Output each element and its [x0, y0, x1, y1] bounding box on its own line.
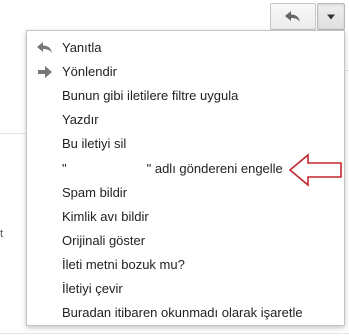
- menu-item-message-text-garbled[interactable]: İleti metni bozuk mu?: [27, 253, 344, 277]
- block-label-suffix: " adlı göndereni engelle: [146, 161, 283, 176]
- menu-item-report-phishing[interactable]: Kimlik avı bildir: [27, 205, 344, 229]
- menu-item-show-original[interactable]: Orijinali göster: [27, 229, 344, 253]
- menu-item-label: Bunun gibi iletilere filtre uygula: [62, 88, 239, 103]
- menu-item-forward[interactable]: Yönlendir: [27, 60, 344, 84]
- background-text-fragment: t: [0, 228, 4, 240]
- menu-item-filter-similar[interactable]: Bunun gibi iletilere filtre uygula: [27, 84, 344, 108]
- forward-icon: [38, 66, 52, 78]
- chevron-down-icon: [327, 14, 335, 19]
- menu-item-print[interactable]: Yazdır: [27, 108, 344, 132]
- menu-item-label: Yönlendir: [62, 64, 117, 79]
- menu-item-label: Spam bildir: [62, 185, 128, 200]
- menu-item-label: " " adlı göndereni engelle: [62, 157, 283, 181]
- menu-item-reply[interactable]: Yanıtla: [27, 36, 344, 60]
- menu-item-label: Buradan itibaren okunmadı olarak işaretl…: [62, 305, 303, 320]
- reply-icon: [37, 42, 52, 53]
- menu-item-label: İletiyi çevir: [62, 281, 123, 296]
- menu-item-label: Kimlik avı bildir: [62, 209, 149, 224]
- reply-button[interactable]: [270, 3, 316, 30]
- menu-item-label: Orijinali göster: [62, 233, 146, 248]
- background-divider: [0, 333, 349, 334]
- more-options-button[interactable]: [317, 3, 345, 30]
- menu-item-translate[interactable]: İletiyi çevir: [27, 277, 344, 301]
- menu-item-mark-unread[interactable]: Buradan itibaren okunmadı olarak işaretl…: [27, 301, 344, 325]
- menu-item-label: Yazdır: [62, 112, 99, 127]
- reply-icon: [285, 10, 300, 22]
- left-arrow-annotation-icon: [288, 153, 342, 187]
- menu-item-label: Bu iletiyi sil: [62, 136, 127, 151]
- block-label-prefix: ": [62, 161, 67, 176]
- menu-item-label: Yanıtla: [62, 40, 102, 55]
- menu-item-label: İleti metni bozuk mu?: [62, 257, 185, 272]
